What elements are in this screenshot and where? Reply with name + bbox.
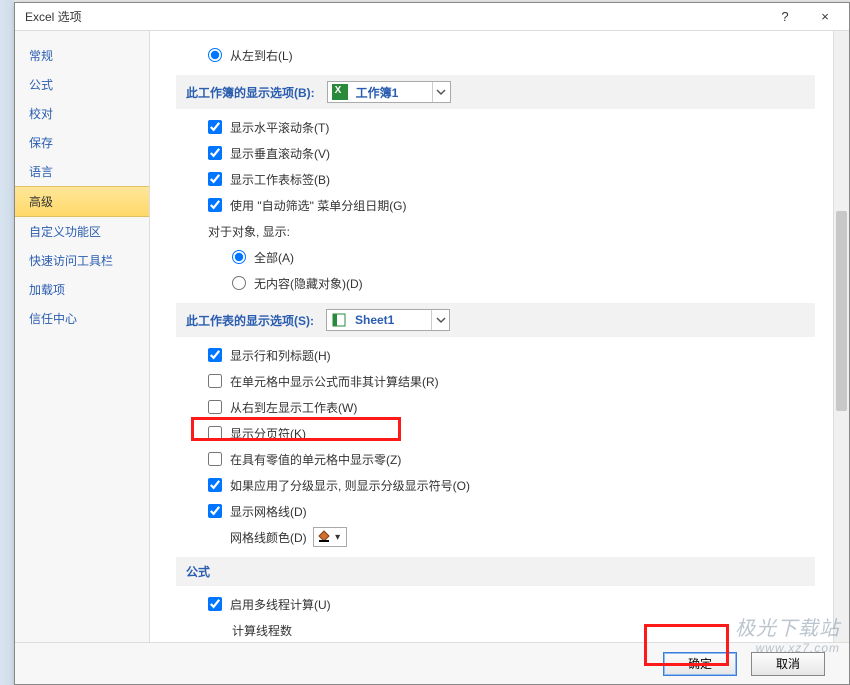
help-button[interactable]: ? — [765, 5, 805, 29]
row-pagebreaks: 显示分页符(K) — [176, 423, 815, 443]
label-vscroll: 显示垂直滚动条(V) — [230, 145, 330, 162]
row-obj-all: 全部(A) — [176, 247, 815, 267]
chevron-down-icon — [432, 82, 450, 102]
label-autofilter: 使用 "自动筛选" 菜单分组日期(G) — [230, 197, 407, 214]
sidebar-item-qat[interactable]: 快速访问工具栏 — [15, 246, 149, 275]
checkbox-outline[interactable] — [208, 478, 222, 492]
row-for-objects: 对于对象, 显示: — [176, 221, 815, 241]
excel-file-icon — [332, 84, 348, 100]
checkbox-hscroll[interactable] — [208, 120, 222, 134]
label-gridcolor: 网格线颜色(D) — [230, 529, 307, 546]
row-gridlines: 显示网格线(D) — [176, 501, 815, 521]
label-pagebreaks: 显示分页符(K) — [230, 425, 306, 442]
checkbox-rtl[interactable] — [208, 400, 222, 414]
sheet-icon — [331, 312, 347, 328]
checkbox-multithread[interactable] — [208, 597, 222, 611]
row-headers: 显示行和列标题(H) — [176, 345, 815, 365]
row-autofilter: 使用 "自动筛选" 菜单分组日期(G) — [176, 195, 815, 215]
checkbox-autofilter[interactable] — [208, 198, 222, 212]
row-obj-none: 无内容(隐藏对象)(D) — [176, 273, 815, 293]
radio-left-to-right[interactable] — [208, 48, 222, 62]
sidebar-item-formulas[interactable]: 公式 — [15, 70, 149, 99]
sidebar-item-addins[interactable]: 加载项 — [15, 275, 149, 304]
checkbox-pagebreaks[interactable] — [208, 426, 222, 440]
sidebar-item-language[interactable]: 语言 — [15, 157, 149, 186]
paint-bucket-icon — [316, 529, 332, 546]
section-worksheet-label: 此工作表的显示选项(S): — [186, 312, 314, 329]
ok-button[interactable]: 确定 — [663, 652, 737, 676]
row-formulas: 在单元格中显示公式而非其计算结果(R) — [176, 371, 815, 391]
workbook-dropdown[interactable]: 工作簿1 — [327, 81, 451, 103]
section-formulas-label: 公式 — [186, 563, 210, 580]
row-multithread: 启用多线程计算(U) — [176, 594, 815, 614]
chevron-down-icon: ▾ — [332, 532, 344, 543]
row-gridcolor: 网格线颜色(D) ▾ — [176, 527, 815, 547]
sidebar: 常规 公式 校对 保存 语言 高级 自定义功能区 快速访问工具栏 加载项 信任中… — [15, 31, 150, 642]
label-ltr: 从左到右(L) — [230, 47, 293, 64]
window-title: Excel 选项 — [25, 8, 765, 25]
checkbox-vscroll[interactable] — [208, 146, 222, 160]
row-hscroll: 显示水平滚动条(T) — [176, 117, 815, 137]
label-thread-count: 计算线程数 — [232, 622, 292, 639]
radio-obj-all[interactable] — [232, 250, 246, 264]
sidebar-item-advanced[interactable]: 高级 — [15, 186, 149, 217]
section-formulas: 公式 — [176, 557, 815, 586]
chevron-down-icon — [431, 310, 449, 330]
dialog-body: 常规 公式 校对 保存 语言 高级 自定义功能区 快速访问工具栏 加载项 信任中… — [15, 31, 849, 642]
checkbox-gridlines[interactable] — [208, 504, 222, 518]
label-formulas: 在单元格中显示公式而非其计算结果(R) — [230, 373, 439, 390]
options-dialog: Excel 选项 ? × 常规 公式 校对 保存 语言 高级 自定义功能区 快速… — [14, 2, 850, 685]
row-outline: 如果应用了分级显示, 则显示分级显示符号(O) — [176, 475, 815, 495]
label-hscroll: 显示水平滚动条(T) — [230, 119, 329, 136]
label-obj-none: 无内容(隐藏对象)(D) — [254, 275, 363, 292]
section-worksheet-display: 此工作表的显示选项(S): Sheet1 — [176, 303, 815, 337]
worksheet-dropdown[interactable]: Sheet1 — [326, 309, 450, 331]
section-workbook-display: 此工作簿的显示选项(B): 工作簿1 — [176, 75, 815, 109]
gridline-color-picker[interactable]: ▾ — [313, 527, 347, 547]
dialog-footer: 确定 取消 — [15, 642, 849, 684]
radio-obj-none[interactable] — [232, 276, 246, 290]
app-background-edge — [0, 0, 14, 685]
checkbox-formulas[interactable] — [208, 374, 222, 388]
sidebar-item-customize-ribbon[interactable]: 自定义功能区 — [15, 217, 149, 246]
titlebar: Excel 选项 ? × — [15, 3, 849, 31]
sidebar-item-proofing[interactable]: 校对 — [15, 99, 149, 128]
workbook-dropdown-value: 工作簿1 — [352, 84, 432, 101]
label-rtl: 从右到左显示工作表(W) — [230, 399, 357, 416]
label-obj-all: 全部(A) — [254, 249, 294, 266]
row-rtl: 从右到左显示工作表(W) — [176, 397, 815, 417]
scrollbar-thumb[interactable] — [836, 211, 847, 411]
row-zeros: 在具有零值的单元格中显示零(Z) — [176, 449, 815, 469]
label-tabs: 显示工作表标签(B) — [230, 171, 330, 188]
row-ltr: 从左到右(L) — [176, 45, 815, 65]
row-vscroll: 显示垂直滚动条(V) — [176, 143, 815, 163]
row-tabs: 显示工作表标签(B) — [176, 169, 815, 189]
close-button[interactable]: × — [805, 5, 845, 29]
label-outline: 如果应用了分级显示, 则显示分级显示符号(O) — [230, 477, 470, 494]
cancel-button[interactable]: 取消 — [751, 652, 825, 676]
content-scroll: 从左到右(L) 此工作簿的显示选项(B): 工作簿1 显示水平滚动条(T) — [150, 31, 833, 642]
label-zeros: 在具有零值的单元格中显示零(Z) — [230, 451, 401, 468]
label-gridlines: 显示网格线(D) — [230, 503, 307, 520]
worksheet-dropdown-value: Sheet1 — [351, 313, 431, 327]
label-for-objects: 对于对象, 显示: — [208, 223, 290, 240]
checkbox-show-zeros[interactable] — [208, 452, 222, 466]
checkbox-headers[interactable] — [208, 348, 222, 362]
label-headers: 显示行和列标题(H) — [230, 347, 331, 364]
row-thread-count: 计算线程数 — [176, 620, 815, 640]
checkbox-tabs[interactable] — [208, 172, 222, 186]
sidebar-item-save[interactable]: 保存 — [15, 128, 149, 157]
sidebar-item-general[interactable]: 常规 — [15, 41, 149, 70]
section-workbook-label: 此工作簿的显示选项(B): — [186, 84, 315, 101]
label-multithread: 启用多线程计算(U) — [230, 596, 331, 613]
vertical-scrollbar[interactable] — [833, 31, 849, 642]
content-pane: 从左到右(L) 此工作簿的显示选项(B): 工作簿1 显示水平滚动条(T) — [150, 31, 849, 642]
sidebar-item-trust-center[interactable]: 信任中心 — [15, 304, 149, 333]
